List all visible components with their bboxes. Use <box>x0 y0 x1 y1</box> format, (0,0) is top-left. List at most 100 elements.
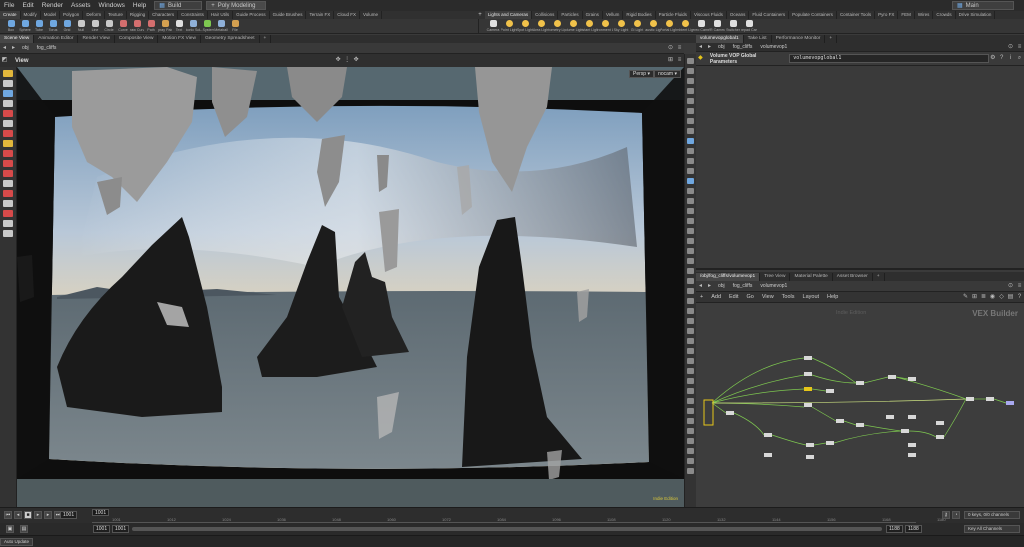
display-option-icon[interactable] <box>687 238 694 244</box>
menu-add[interactable]: Add <box>707 294 725 300</box>
pane-menu-icon[interactable]: ≡ <box>676 45 683 52</box>
grid-icon[interactable]: ⊞ <box>971 294 978 301</box>
vop-node[interactable] <box>804 356 812 360</box>
gear-icon[interactable]: ⚙ <box>989 55 996 62</box>
vop-node[interactable] <box>826 389 834 393</box>
persp-menu[interactable]: Persp ▾ <box>629 70 654 78</box>
viewport-tool-icon[interactable] <box>3 120 13 127</box>
path-obj[interactable]: obj <box>714 283 729 289</box>
pin-icon[interactable]: ⊙ <box>1007 283 1014 290</box>
forward-arrow-icon[interactable]: ▸ <box>706 283 713 290</box>
shelf-tool-path[interactable]: Path <box>144 19 158 34</box>
vop-node[interactable] <box>908 415 916 419</box>
vop-node[interactable] <box>888 375 896 379</box>
path-volumevop1[interactable]: volumevop1 <box>756 44 791 50</box>
viewport-tool-icon[interactable] <box>3 170 13 177</box>
global-params-node[interactable] <box>703 399 714 426</box>
viewport-tool-icon[interactable] <box>3 200 13 207</box>
vop-node[interactable] <box>908 443 916 447</box>
back-arrow-icon[interactable]: ◂ <box>697 44 704 51</box>
vop-node[interactable] <box>804 403 812 407</box>
vop-node[interactable] <box>936 435 944 439</box>
shelf-tool-torus[interactable]: Torus <box>46 19 60 34</box>
display-option-icon[interactable] <box>687 448 694 454</box>
range-lock-icon[interactable]: ▣ <box>6 525 14 533</box>
tab-scene-view[interactable]: Scene View <box>0 35 35 43</box>
shelf-tool-text[interactable]: Text <box>172 19 186 34</box>
shelf-tool-line[interactable]: Line <box>88 19 102 34</box>
display-option-icon[interactable] <box>687 118 694 124</box>
help-icon[interactable]: ? <box>998 55 1005 62</box>
menu-tools[interactable]: Tools <box>778 294 799 300</box>
viewport-tool-icon[interactable] <box>3 190 13 197</box>
display-option-icon[interactable] <box>687 278 694 284</box>
shelf-tool-ambient-light[interactable]: Ambient Light <box>677 19 693 34</box>
display-option-icon[interactable] <box>687 88 694 94</box>
display-option-icon[interactable] <box>687 408 694 414</box>
snap-icon[interactable]: ⋮ <box>344 57 351 64</box>
shelf-tool-caustic-light[interactable]: Caustic Light <box>645 19 661 34</box>
display-option-icon[interactable] <box>687 148 694 154</box>
vop-node[interactable] <box>856 423 864 427</box>
transform-handle-icon[interactable]: ✥ <box>353 57 360 64</box>
viewport-tool-icon[interactable] <box>3 140 13 147</box>
menu-assets[interactable]: Assets <box>67 2 95 9</box>
shelf-tool-stereo-camera[interactable]: Stereo Camera <box>693 19 709 34</box>
display-option-icon[interactable] <box>687 188 694 194</box>
tab-geometry-spreadsheet[interactable]: Geometry Spreadsheet <box>201 35 260 43</box>
jump-start-icon[interactable]: ⏮ <box>4 511 12 519</box>
viewport-tool-icon[interactable] <box>3 90 13 97</box>
path-volumevop1[interactable]: volumevop1 <box>756 283 791 289</box>
timeline-ruler[interactable]: 1001 1001 1012 1024 1036 1048 1060 1072 1084 109… <box>92 509 946 523</box>
menu-view[interactable]: View <box>758 294 778 300</box>
shelf-tool-draw-curve[interactable]: Draw Curve <box>130 19 144 34</box>
shelf-tab-crowds[interactable]: Crowds <box>933 11 956 19</box>
help-icon[interactable]: ? <box>1016 294 1023 301</box>
viewport-tool-icon[interactable] <box>3 210 13 217</box>
display-option-icon[interactable] <box>687 388 694 394</box>
color-palette-icon[interactable]: ◉ <box>989 294 996 301</box>
shelf-tool-gamepad-camera[interactable]: Gamepad Camera <box>741 19 757 34</box>
vop-node[interactable] <box>936 421 944 425</box>
key-icon[interactable]: ⚷ <box>942 511 950 519</box>
tab-take-list[interactable]: Take List <box>744 35 772 43</box>
display-option-icon[interactable] <box>687 288 694 294</box>
vop-node[interactable] <box>726 411 734 415</box>
tab-material-palette[interactable]: Material Palette <box>790 272 833 281</box>
tab-tree-view[interactable]: Tree View <box>760 272 791 281</box>
shelf-tool-metaball[interactable]: Metaball <box>214 19 228 34</box>
vop-node[interactable] <box>804 387 812 391</box>
vop-node[interactable] <box>966 397 974 401</box>
main-desktop-selector[interactable]: ▦ Main <box>952 1 1014 10</box>
shelf-tool-switcher[interactable]: Switcher <box>725 19 741 34</box>
transform-handle-icon[interactable]: ✥ <box>335 57 342 64</box>
desktop-selector[interactable]: ▦ Build <box>154 1 203 10</box>
viewport-tool-icon[interactable] <box>3 230 13 237</box>
vop-node[interactable] <box>806 443 814 447</box>
shelf-tool-box[interactable]: Box <box>4 19 18 34</box>
wrench-icon[interactable]: ✎ <box>962 294 969 301</box>
vop-node[interactable] <box>1006 401 1014 405</box>
vop-node[interactable] <box>908 377 916 381</box>
display-option-icon[interactable] <box>687 308 694 314</box>
menu-edit[interactable]: Edit <box>18 2 37 9</box>
network-editor[interactable]: Indie Edition VEX Builder <box>696 303 1024 507</box>
display-option-icon[interactable] <box>687 138 694 144</box>
display-option-icon[interactable] <box>687 458 694 464</box>
vop-node[interactable] <box>764 453 772 457</box>
add-tab-icon[interactable]: + <box>825 35 838 43</box>
shelf-tool-point-light[interactable]: Point Light <box>501 19 517 34</box>
shelf-tool-area-light[interactable]: Area Light <box>533 19 549 34</box>
viewport-tool-icon[interactable] <box>3 80 13 87</box>
display-option-icon[interactable] <box>687 178 694 184</box>
forward-arrow-icon[interactable]: ▸ <box>706 44 713 51</box>
display-option-icon[interactable] <box>687 258 694 264</box>
display-option-icon[interactable] <box>687 168 694 174</box>
key-all-channels-button[interactable]: Key All Channels <box>964 525 1020 533</box>
camera-menu[interactable]: nocam ▾ <box>654 70 681 78</box>
range-icon[interactable]: ▤ <box>20 525 28 533</box>
pane-menu-icon[interactable]: ≡ <box>676 57 683 64</box>
menu-help[interactable]: Help <box>823 294 842 300</box>
shelf-set-selector[interactable]: + Poly Modeling <box>206 1 267 10</box>
tab-composite-view[interactable]: Composite View <box>115 35 159 43</box>
